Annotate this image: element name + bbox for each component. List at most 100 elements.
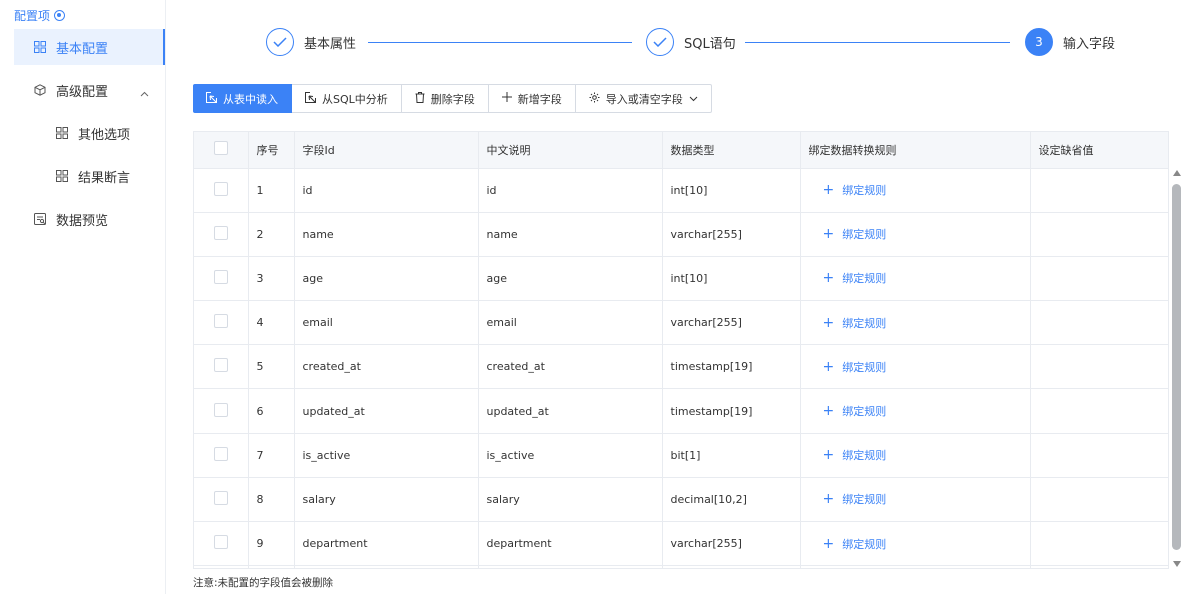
sidebar-item-result-assertion[interactable]: 结果断言 — [14, 158, 165, 194]
table-row[interactable]: 1 id id int[10] + 绑定规则 — [194, 168, 1168, 213]
row-index: 2 — [248, 212, 295, 257]
plus-icon: + — [822, 447, 835, 464]
bind-rule-cell: + 绑定规则 — [800, 477, 1031, 523]
field-id-cell[interactable]: salary — [294, 477, 479, 523]
table-row[interactable]: 3 age age int[10] + 绑定规则 — [194, 256, 1168, 302]
description-cell[interactable]: age — [478, 256, 663, 302]
step-number: 3 — [1025, 28, 1053, 56]
bind-rule-cell: + 绑定规则 — [800, 212, 1031, 257]
row-checkbox[interactable] — [214, 225, 228, 240]
default-value-cell[interactable] — [1030, 433, 1168, 478]
step-input-fields[interactable]: 3 输入字段 — [1025, 28, 1115, 56]
sidebar: 配置项 基本配置 高级配置 其他选项 结果断言 数据预览 — [0, 0, 166, 594]
default-value-cell[interactable] — [1030, 388, 1168, 434]
row-checkbox[interactable] — [214, 314, 228, 329]
row-checkbox[interactable] — [214, 490, 228, 505]
scroll-down-icon[interactable] — [1173, 561, 1181, 567]
bind-rule-link[interactable]: + 绑定规则 — [823, 226, 887, 242]
row-checkbox[interactable] — [214, 535, 228, 550]
select-all-cell — [194, 132, 249, 169]
bind-rule-link[interactable]: + 绑定规则 — [823, 182, 887, 198]
config-header: 配置项 — [14, 7, 66, 24]
field-id-cell[interactable]: name — [294, 212, 479, 257]
select-all-checkbox[interactable] — [214, 141, 228, 156]
table-row[interactable]: 8 salary salary decimal[10,2] + 绑定规则 — [194, 477, 1168, 523]
footer-note: 注意:未配置的字段值会被删除 — [193, 577, 334, 589]
target-icon[interactable] — [54, 10, 66, 21]
default-value-cell[interactable] — [1030, 477, 1168, 523]
bind-rule-link[interactable]: + 绑定规则 — [823, 491, 887, 507]
field-id-cell[interactable]: updated_at — [294, 388, 479, 434]
field-id-cell[interactable]: age — [294, 256, 479, 302]
bind-rule-cell: + 绑定规则 — [800, 344, 1031, 390]
vertical-scrollbar[interactable] — [1171, 170, 1183, 570]
check-icon — [266, 28, 294, 56]
default-value-cell[interactable] — [1030, 344, 1168, 390]
bind-rule-link[interactable]: + 绑定规则 — [823, 403, 887, 419]
scroll-up-icon[interactable] — [1173, 170, 1181, 176]
field-id-cell[interactable]: id — [294, 168, 479, 213]
row-select-cell — [194, 344, 249, 390]
field-id-cell[interactable]: created_at — [294, 344, 479, 390]
description-cell[interactable]: updated_at — [478, 388, 663, 434]
bind-rule-link[interactable]: + 绑定规则 — [823, 536, 887, 552]
table-row[interactable]: 7 is_active is_active bit[1] + 绑定规则 — [194, 433, 1168, 478]
read-from-table-button[interactable]: 从表中读入 — [193, 84, 292, 113]
column-header: 设定缺省值 — [1030, 132, 1168, 169]
row-checkbox[interactable] — [214, 446, 228, 461]
bind-rule-label: 绑定规则 — [842, 537, 887, 551]
row-checkbox[interactable] — [214, 358, 228, 373]
table-row[interactable]: 5 created_at created_at timestamp[19] + 绑定规则 — [194, 344, 1168, 390]
import-clear-dropdown[interactable]: 导入或清空字段 — [575, 84, 712, 113]
field-id-cell[interactable]: is_active — [294, 433, 479, 478]
data-type-cell: bit[1] — [662, 433, 801, 478]
bind-rule-link[interactable]: + 绑定规则 — [823, 447, 887, 463]
step-connector — [745, 42, 1010, 43]
row-checkbox[interactable] — [214, 269, 228, 284]
chevron-up-icon[interactable] — [140, 86, 149, 101]
field-id-cell[interactable]: department — [294, 521, 479, 567]
description-cell[interactable]: created_at — [478, 344, 663, 390]
description-cell[interactable]: department — [478, 521, 663, 567]
default-value-cell[interactable] — [1030, 256, 1168, 302]
field-id-cell[interactable]: email — [294, 300, 479, 346]
sidebar-item-advanced-config[interactable]: 高级配置 — [14, 72, 165, 108]
row-checkbox[interactable] — [214, 402, 228, 417]
scroll-thumb[interactable] — [1172, 184, 1181, 550]
default-value-cell[interactable] — [1030, 168, 1168, 213]
table-row[interactable]: 6 updated_at updated_at timestamp[19] + 绑定规则 — [194, 388, 1168, 434]
sidebar-item-other-options[interactable]: 其他选项 — [14, 115, 165, 151]
sidebar-item-data-preview[interactable]: 数据预览 — [14, 201, 165, 237]
description-cell[interactable]: email — [478, 300, 663, 346]
description-cell[interactable]: is_active — [478, 433, 663, 478]
default-value-cell[interactable] — [1030, 212, 1168, 257]
bind-rule-cell: + 绑定规则 — [800, 256, 1031, 302]
bind-rule-label: 绑定规则 — [842, 405, 887, 419]
table-row[interactable]: 9 department department varchar[255] + 绑定规则 — [194, 521, 1168, 567]
bind-rule-link[interactable]: + 绑定规则 — [823, 270, 887, 286]
row-select-cell — [194, 168, 249, 213]
step-sql-statement[interactable]: SQL语句 — [646, 28, 736, 56]
default-value-cell[interactable] — [1030, 300, 1168, 346]
description-cell[interactable]: id — [478, 168, 663, 213]
bind-rule-link[interactable]: + 绑定规则 — [823, 359, 887, 375]
button-label: 新增字段 — [517, 92, 562, 106]
step-basic-properties[interactable]: 基本属性 — [266, 28, 356, 56]
table-row[interactable]: 2 name name varchar[255] + 绑定规则 — [194, 212, 1168, 257]
preview-icon — [34, 213, 46, 225]
grid-icon — [56, 170, 68, 182]
sidebar-item-label: 其他选项 — [78, 127, 131, 143]
default-value-cell[interactable] — [1030, 521, 1168, 567]
row-index: 9 — [248, 521, 295, 567]
add-field-button[interactable]: 新增字段 — [488, 84, 576, 113]
sidebar-item-basic-config[interactable]: 基本配置 — [14, 29, 165, 65]
analyze-sql-button[interactable]: 从SQL中分析 — [292, 84, 402, 113]
description-cell[interactable]: name — [478, 212, 663, 257]
table-row[interactable]: 4 email email varchar[255] + 绑定规则 — [194, 300, 1168, 346]
step-label: 基本属性 — [304, 36, 357, 52]
delete-field-button[interactable]: 删除字段 — [401, 84, 489, 113]
bind-rule-link[interactable]: + 绑定规则 — [823, 315, 887, 331]
data-type-cell: decimal[10,2] — [662, 477, 801, 523]
description-cell[interactable]: salary — [478, 477, 663, 523]
row-checkbox[interactable] — [214, 181, 228, 196]
